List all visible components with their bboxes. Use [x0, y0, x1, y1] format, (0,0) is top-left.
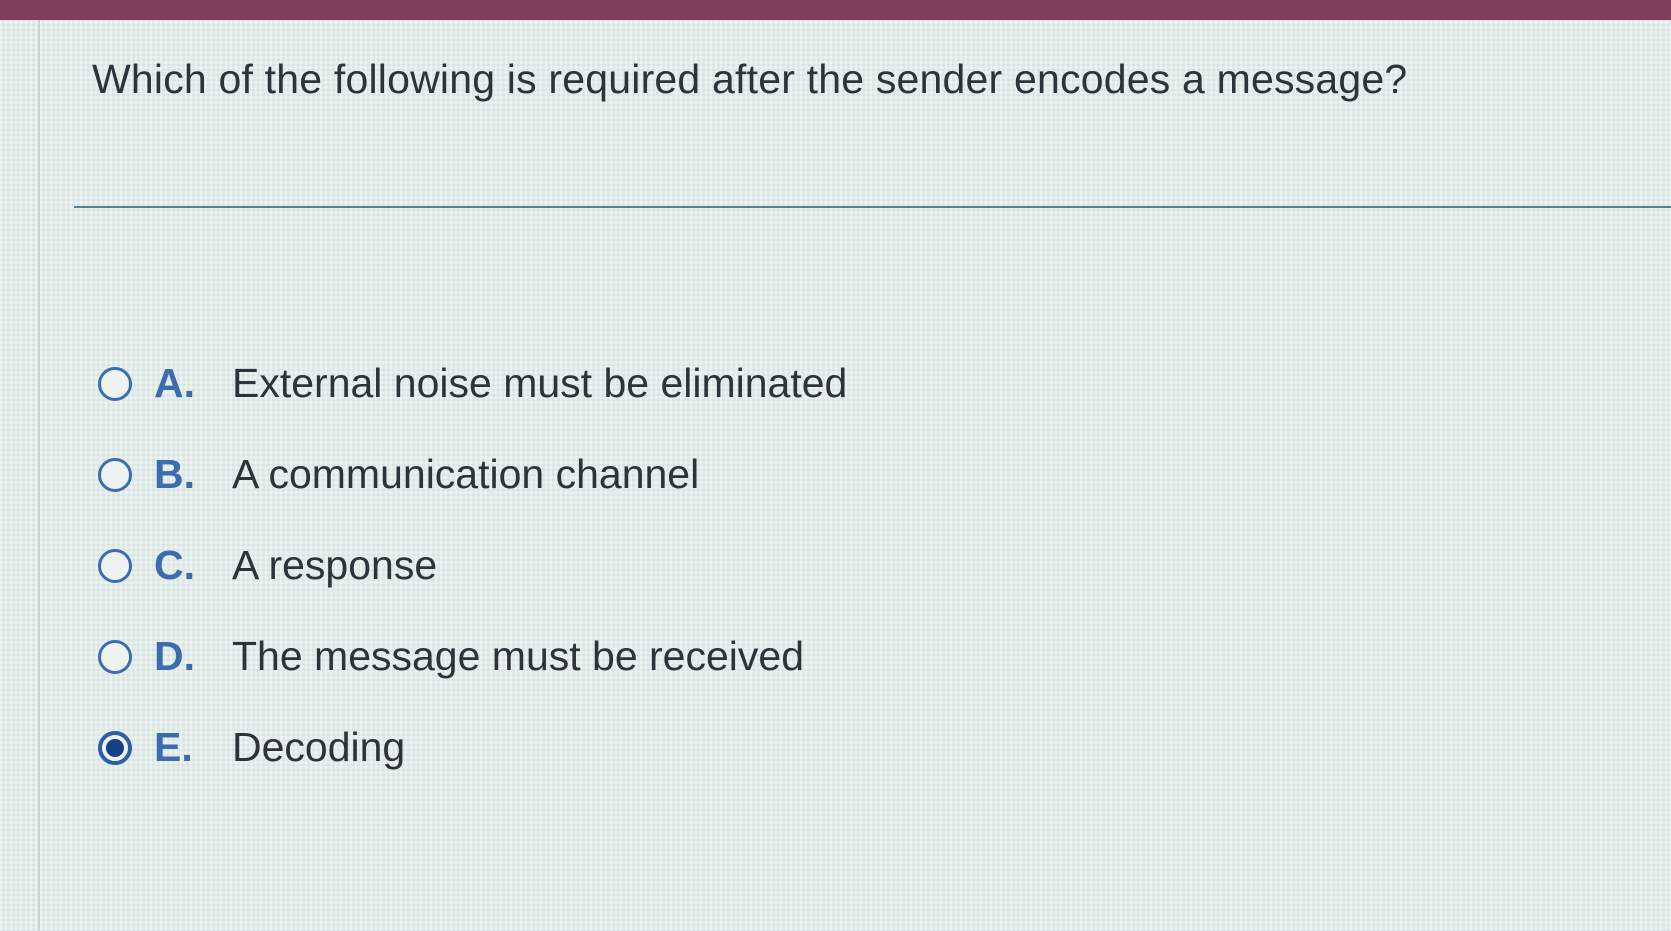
option-label[interactable]: External noise must be eliminated [232, 360, 847, 407]
header-bar [0, 0, 1671, 20]
answer-options: A. External noise must be eliminated B. … [98, 338, 847, 793]
option-e[interactable]: E. Decoding [98, 702, 847, 793]
option-letter: B. [154, 451, 195, 497]
question-text: Which of the following is required after… [92, 56, 1408, 102]
radio-button-b[interactable] [98, 457, 132, 492]
question-divider [74, 206, 1671, 208]
radio-selected-dot [106, 738, 124, 757]
option-c[interactable]: C. A response [98, 520, 847, 611]
option-a[interactable]: A. External noise must be eliminated [98, 338, 847, 429]
option-label[interactable]: Decoding [232, 724, 405, 771]
radio-button-c[interactable] [98, 548, 132, 583]
radio-button-e[interactable] [98, 730, 132, 765]
option-b[interactable]: B. A communication channel [98, 429, 847, 520]
option-label[interactable]: The message must be received [232, 633, 804, 680]
option-label[interactable]: A response [232, 542, 437, 589]
option-letter: E. [154, 724, 193, 770]
option-d[interactable]: D. The message must be received [98, 611, 847, 702]
radio-button-d[interactable] [98, 639, 132, 674]
option-letter: D. [154, 633, 195, 679]
option-letter: A. [154, 360, 195, 406]
option-label[interactable]: A communication channel [232, 451, 699, 498]
option-letter: C. [154, 542, 195, 588]
left-border [38, 20, 40, 931]
radio-button-a[interactable] [98, 366, 132, 401]
